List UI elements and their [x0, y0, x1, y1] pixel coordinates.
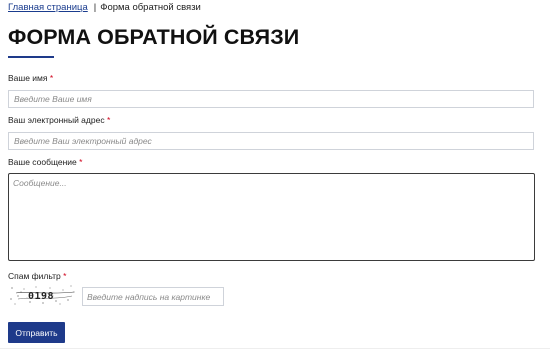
message-field-label: Ваше сообщение *: [8, 157, 82, 167]
name-input[interactable]: [8, 90, 534, 108]
breadcrumb-home-link[interactable]: Главная страница: [8, 2, 88, 13]
email-field-label: Ваш электронный адрес *: [8, 115, 110, 125]
message-label-text: Ваше сообщение: [8, 157, 77, 167]
message-required-mark: *: [79, 157, 83, 167]
feedback-page: Главная страница | Форма обратной связи ФО…: [0, 0, 550, 350]
breadcrumb: Главная страница | Форма обратной связи: [8, 1, 201, 15]
captcha-field-label: Спам фильтр *: [8, 271, 66, 281]
bottom-divider: [0, 348, 550, 349]
captcha-input[interactable]: [82, 287, 224, 306]
captcha-required-mark: *: [63, 271, 67, 281]
breadcrumb-current: Форма обратной связи: [100, 2, 201, 13]
message-textarea[interactable]: [8, 173, 535, 261]
name-required-mark: *: [49, 73, 54, 83]
captcha-label-text: Спам фильтр: [8, 271, 61, 281]
email-input[interactable]: [8, 132, 534, 150]
captcha-image-text: 0198: [28, 291, 54, 302]
captcha-image: 0198: [10, 285, 75, 305]
email-required-mark: *: [106, 115, 111, 125]
breadcrumb-separator: |: [93, 2, 97, 13]
email-label-text: Ваш электронный адрес: [8, 115, 105, 125]
page-title: ФОРМА ОБРАТНОЙ СВЯЗИ: [8, 25, 300, 49]
name-label-text: Ваше имя: [8, 73, 48, 83]
submit-button[interactable]: Отправить: [8, 322, 65, 343]
title-underline: [8, 56, 54, 58]
name-field-label: Ваше имя *: [8, 73, 53, 83]
